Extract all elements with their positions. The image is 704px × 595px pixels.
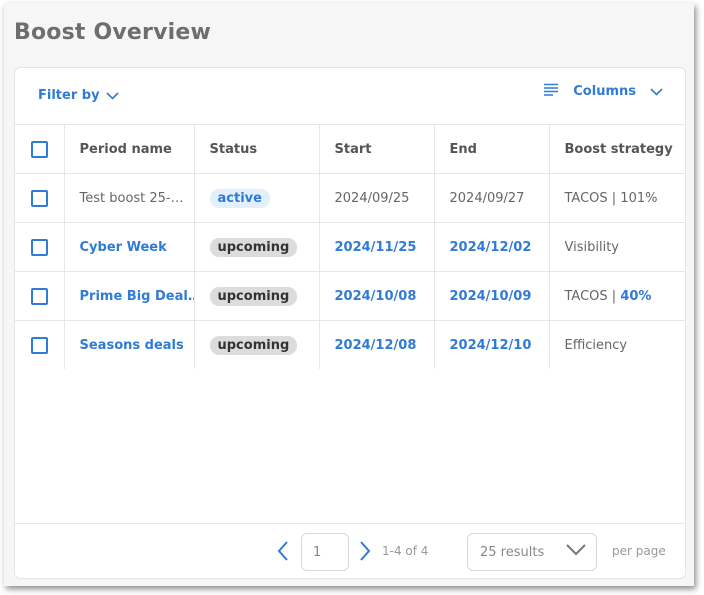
start-date-link[interactable]: 2024/11/25: [335, 240, 417, 255]
end-date-link[interactable]: 2024/12/02: [450, 240, 532, 255]
row-checkbox[interactable]: [30, 287, 48, 305]
start-date-cell: 2024/11/25: [319, 222, 435, 272]
chevron-down-icon: [650, 87, 663, 96]
header-end[interactable]: End: [434, 124, 550, 174]
table-row: Seasons deals upcoming 2024/12/08 2024/1…: [15, 320, 685, 369]
filter-by-label: Filter by: [38, 88, 100, 103]
row-checkbox[interactable]: [30, 336, 48, 354]
strategy-value: 40%: [620, 288, 652, 304]
start-date-link[interactable]: 2024/12/08: [335, 338, 417, 353]
results-per-page-select[interactable]: 25 results: [467, 533, 597, 571]
table-row: Test boost 25-… active 2024/09/25 2024/0…: [15, 173, 685, 223]
status-badge: upcoming: [209, 335, 298, 355]
header-boost-strategy[interactable]: Boost strategy: [549, 124, 685, 174]
table-header-row: Period name Status Start End Boost strat…: [15, 124, 685, 174]
columns-button[interactable]: Columns: [543, 83, 663, 100]
end-date-cell: 2024/12/10: [434, 320, 550, 369]
status-badge: upcoming: [209, 237, 298, 257]
chevron-down-icon: [105, 91, 119, 100]
boost-strategy-cell: TACOS | 101%: [549, 173, 685, 223]
chevron-down-icon: [566, 544, 586, 560]
period-name-cell: Cyber Week: [64, 222, 195, 272]
pagination-bar: 1-4 of 4 25 results per page: [15, 523, 685, 578]
page-title: Boost Overview: [14, 20, 212, 45]
status-cell: upcoming: [194, 271, 320, 321]
chevron-right-icon[interactable]: [359, 541, 371, 565]
results-range: 1-4 of 4: [382, 544, 429, 558]
row-select-cell: [15, 173, 65, 223]
per-page-label: per page: [612, 544, 666, 558]
window-frame: Boost Overview Filter by Columns Period …: [4, 3, 694, 586]
period-name-link[interactable]: Cyber Week: [80, 240, 167, 255]
boost-overview-card: Filter by Columns Period name Status Sta…: [14, 67, 686, 579]
select-all-checkbox[interactable]: [30, 140, 48, 158]
boost-strategy-cell: Visibility: [549, 222, 685, 272]
header-period-name[interactable]: Period name: [64, 124, 195, 174]
period-name-link[interactable]: Prime Big Deal…: [80, 289, 194, 304]
end-date-link[interactable]: 2024/10/09: [450, 289, 532, 304]
period-name-link[interactable]: Seasons deals: [80, 338, 184, 353]
start-date-cell: 2024/10/08: [319, 271, 435, 321]
period-name-cell: Prime Big Deal…: [64, 271, 195, 321]
results-per-page-value: 25 results: [480, 544, 545, 560]
row-checkbox[interactable]: [30, 189, 48, 207]
status-cell: active: [194, 173, 320, 223]
table-row: Cyber Week upcoming 2024/11/25 2024/12/0…: [15, 222, 685, 272]
select-all-cell: [15, 124, 65, 174]
chevron-left-icon[interactable]: [277, 541, 289, 565]
row-select-cell: [15, 320, 65, 369]
columns-label: Columns: [573, 84, 636, 99]
status-cell: upcoming: [194, 222, 320, 272]
table-row: Prime Big Deal… upcoming 2024/10/08 2024…: [15, 271, 685, 321]
start-date-link[interactable]: 2024/10/08: [335, 289, 417, 304]
boost-table: Period name Status Start End Boost strat…: [15, 124, 685, 369]
row-select-cell: [15, 222, 65, 272]
header-status[interactable]: Status: [194, 124, 320, 174]
boost-strategy-cell: TACOS | 40%: [549, 271, 685, 321]
filter-by-button[interactable]: Filter by: [38, 88, 119, 103]
page-number-input[interactable]: [301, 533, 349, 571]
period-name-cell: Seasons deals: [64, 320, 195, 369]
strategy-prefix: TACOS |: [564, 288, 621, 304]
status-badge: upcoming: [209, 286, 298, 306]
end-date-cell: 2024/12/02: [434, 222, 550, 272]
boost-strategy-cell: Efficiency: [564, 337, 628, 353]
row-checkbox[interactable]: [30, 238, 48, 256]
end-date-link[interactable]: 2024/12/10: [450, 338, 532, 353]
columns-list-icon: [543, 83, 559, 100]
header-start[interactable]: Start: [319, 124, 435, 174]
status-cell: upcoming: [194, 320, 320, 369]
end-date-cell: 2024/10/09: [434, 271, 550, 321]
row-select-cell: [15, 271, 65, 321]
status-badge: active: [209, 188, 270, 208]
start-date-cell: 2024/12/08: [319, 320, 435, 369]
start-date-cell: 2024/09/25: [319, 173, 435, 223]
period-name-cell: Test boost 25-…: [64, 173, 195, 223]
end-date-cell: 2024/09/27: [434, 173, 550, 223]
